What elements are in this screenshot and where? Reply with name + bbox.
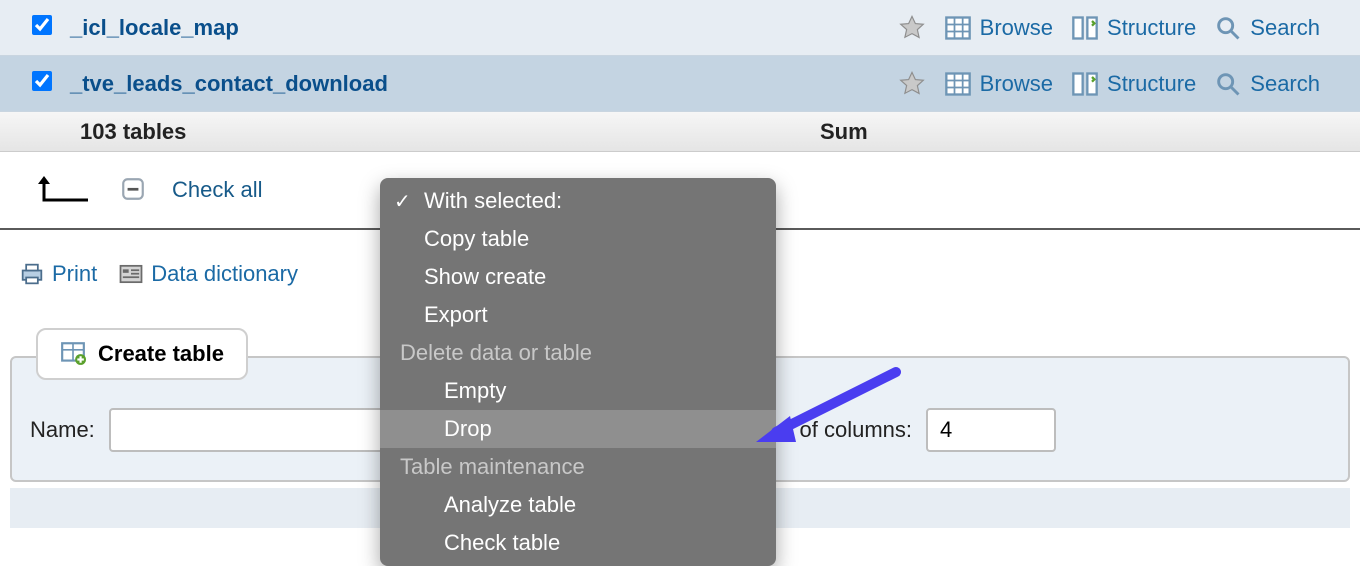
up-left-arrow-icon bbox=[36, 170, 96, 210]
check-all-checkbox-icon[interactable] bbox=[120, 176, 148, 204]
structure-icon bbox=[1071, 14, 1099, 42]
dropdown-header: With selected: bbox=[380, 182, 776, 220]
create-table-label: Create table bbox=[98, 341, 224, 367]
search-link[interactable]: Search bbox=[1214, 70, 1320, 98]
structure-link[interactable]: Structure bbox=[1071, 14, 1196, 42]
tables-list: _icl_locale_map Browse Structure bbox=[0, 0, 1360, 112]
search-label: Search bbox=[1250, 71, 1320, 97]
search-label: Search bbox=[1250, 15, 1320, 41]
structure-label: Structure bbox=[1107, 15, 1196, 41]
structure-link[interactable]: Structure bbox=[1071, 70, 1196, 98]
print-link[interactable]: Print bbox=[18, 260, 97, 288]
search-icon bbox=[1214, 14, 1242, 42]
name-label: Name: bbox=[30, 417, 95, 443]
browse-link[interactable]: Browse bbox=[944, 70, 1053, 98]
print-label: Print bbox=[52, 261, 97, 287]
with-selected-dropdown: With selected: Copy table Show create Ex… bbox=[380, 178, 776, 566]
browse-label: Browse bbox=[980, 15, 1053, 41]
star-icon[interactable] bbox=[898, 14, 926, 42]
dropdown-drop[interactable]: Drop bbox=[380, 410, 776, 448]
row-checkbox[interactable] bbox=[32, 71, 52, 91]
row-checkbox[interactable] bbox=[32, 15, 52, 35]
data-dictionary-label: Data dictionary bbox=[151, 261, 298, 287]
star-icon[interactable] bbox=[898, 70, 926, 98]
tables-count: 103 tables bbox=[70, 119, 820, 145]
columns-label: of columns: bbox=[800, 417, 913, 443]
browse-label: Browse bbox=[980, 71, 1053, 97]
tables-summary-row: 103 tables Sum bbox=[0, 112, 1360, 152]
dictionary-icon bbox=[117, 260, 145, 288]
structure-label: Structure bbox=[1107, 71, 1196, 97]
table-row: _icl_locale_map Browse Structure bbox=[0, 0, 1360, 56]
table-add-icon bbox=[60, 340, 88, 368]
data-dictionary-link[interactable]: Data dictionary bbox=[117, 260, 298, 288]
printer-icon bbox=[18, 260, 46, 288]
dropdown-analyze[interactable]: Analyze table bbox=[380, 486, 776, 524]
dropdown-group-maintenance: Table maintenance bbox=[380, 448, 776, 486]
table-grid-icon bbox=[944, 14, 972, 42]
dropdown-empty[interactable]: Empty bbox=[380, 372, 776, 410]
table-name-link[interactable]: _icl_locale_map bbox=[70, 15, 239, 40]
check-all-link[interactable]: Check all bbox=[172, 177, 262, 203]
dropdown-copy-table[interactable]: Copy table bbox=[380, 220, 776, 258]
table-name-link[interactable]: _tve_leads_contact_download bbox=[70, 71, 388, 96]
create-table-button[interactable]: Create table bbox=[36, 328, 248, 380]
table-grid-icon bbox=[944, 70, 972, 98]
browse-link[interactable]: Browse bbox=[944, 14, 1053, 42]
search-icon bbox=[1214, 70, 1242, 98]
dropdown-export[interactable]: Export bbox=[380, 296, 776, 334]
table-row: _tve_leads_contact_download Browse Struc… bbox=[0, 56, 1360, 112]
columns-input[interactable] bbox=[926, 408, 1056, 452]
sum-label: Sum bbox=[820, 119, 1360, 145]
dropdown-show-create[interactable]: Show create bbox=[380, 258, 776, 296]
dropdown-check-table[interactable]: Check table bbox=[380, 524, 776, 562]
dropdown-group-delete: Delete data or table bbox=[380, 334, 776, 372]
structure-icon bbox=[1071, 70, 1099, 98]
search-link[interactable]: Search bbox=[1214, 14, 1320, 42]
